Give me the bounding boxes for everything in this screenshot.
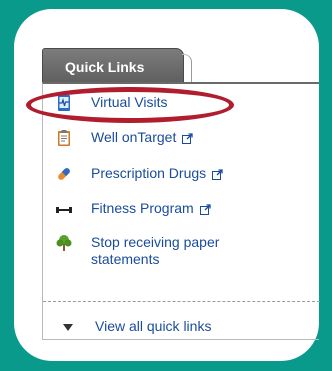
clipboard-icon <box>55 129 73 147</box>
view-all-label: View all quick links <box>95 318 212 334</box>
dumbbell-icon <box>55 200 73 218</box>
quick-link-well-ontarget[interactable]: Well onTarget <box>55 129 193 147</box>
quick-link-prescription-drugs[interactable]: Prescription Drugs <box>55 165 223 183</box>
quick-link-fitness-program[interactable]: Fitness Program <box>55 200 211 218</box>
quick-link-label: Fitness Program <box>91 200 194 216</box>
tab-title: Quick Links <box>65 59 145 75</box>
external-link-icon <box>199 202 211 215</box>
quick-link-label: Well onTarget <box>91 129 177 145</box>
quick-links-widget: Quick Links Virtual Visits Well onTarget… <box>42 48 320 342</box>
quick-link-paperless-statements[interactable]: Stop receiving paper statements <box>55 234 219 268</box>
divider <box>43 301 320 302</box>
quick-link-label: Virtual Visits <box>91 94 168 110</box>
quick-links-tab[interactable]: Quick Links <box>42 48 184 83</box>
view-all-quick-links[interactable]: View all quick links <box>55 318 211 335</box>
quick-link-label-line2: statements <box>91 251 160 267</box>
external-link-icon <box>212 167 223 180</box>
caret-down-icon <box>63 324 73 331</box>
pill-capsule-icon <box>55 165 73 183</box>
quick-links-panel: Virtual Visits Well onTarget Prescriptio… <box>42 82 320 340</box>
tree-icon <box>55 234 73 252</box>
quick-link-virtual-visits[interactable]: Virtual Visits <box>55 94 168 112</box>
quick-link-label: Prescription Drugs <box>91 165 207 181</box>
quick-link-label: Stop receiving paper <box>91 234 220 250</box>
quick-link-label-group: Stop receiving paper statements <box>91 234 219 268</box>
tab-fold <box>182 54 192 83</box>
external-link-icon <box>182 131 193 144</box>
heartbeat-monitor-icon <box>55 94 73 112</box>
